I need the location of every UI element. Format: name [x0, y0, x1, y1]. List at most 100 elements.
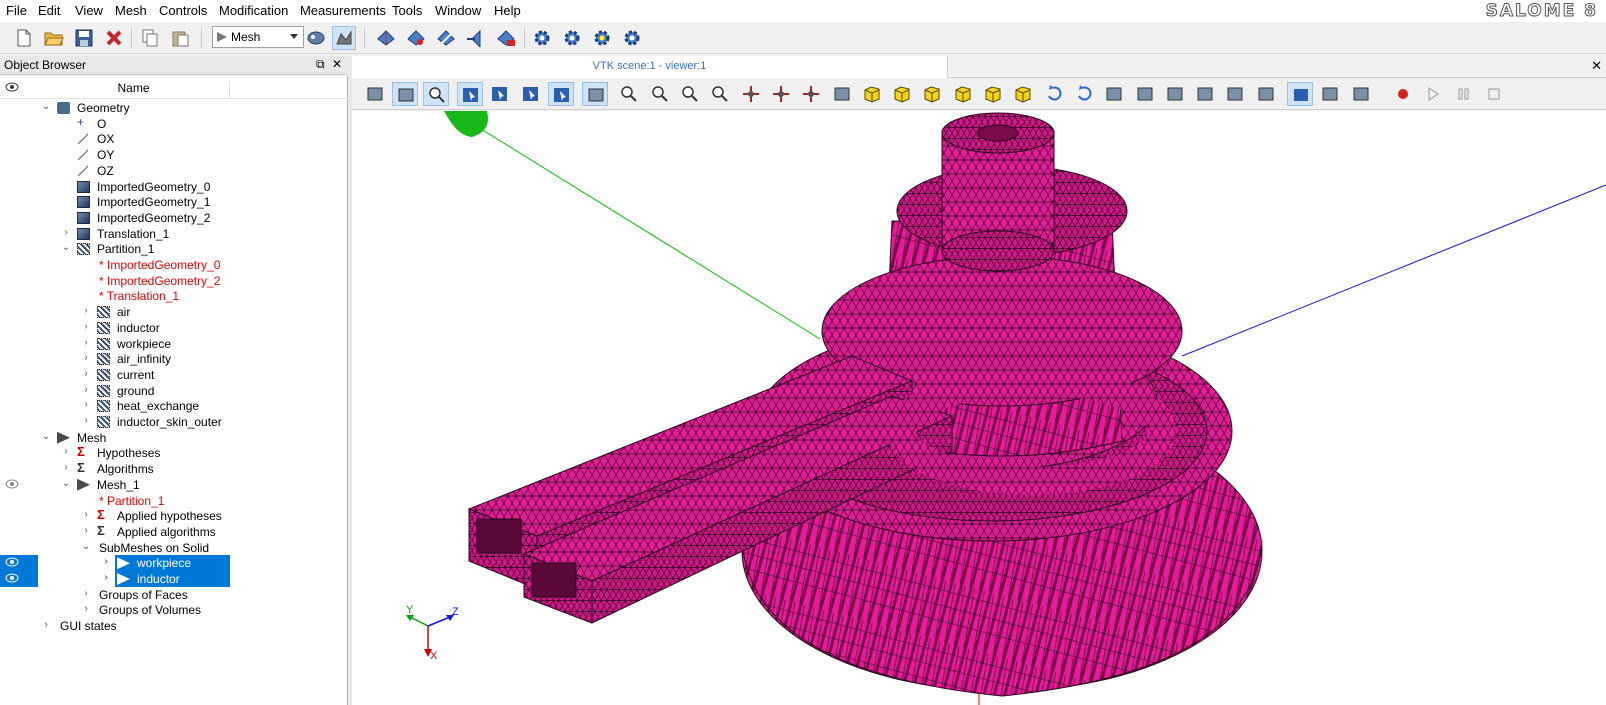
tree-item[interactable]: * Translation_1	[0, 288, 348, 304]
menu-view[interactable]: View	[75, 3, 103, 18]
menu-modification[interactable]: Modification	[219, 3, 288, 18]
visibility-eye-icon[interactable]	[5, 557, 19, 570]
zoom-icon[interactable]	[707, 82, 733, 106]
chevron-right-icon[interactable]: ›	[100, 572, 112, 583]
chevron-down-icon[interactable]: ⌄	[40, 101, 52, 112]
selection-mode-icon[interactable]	[518, 82, 544, 106]
chevron-right-icon[interactable]: ›	[60, 462, 72, 473]
chevron-down-icon[interactable]: ⌄	[80, 541, 92, 552]
tree-item[interactable]: › inductor	[0, 571, 348, 587]
polygon-selection-icon[interactable]	[487, 82, 513, 106]
rotation-point-icon[interactable]	[798, 82, 824, 106]
tree-item[interactable]: OY	[0, 147, 348, 163]
compute-all-icon[interactable]	[620, 26, 644, 50]
rotate-icon[interactable]	[829, 82, 855, 106]
chevron-right-icon[interactable]: ›	[80, 352, 92, 363]
tree-item[interactable]: › Σ Applied hypotheses	[0, 507, 348, 524]
menu-window[interactable]: Window	[435, 3, 481, 18]
perspective-icon[interactable]	[1287, 82, 1313, 106]
close-study-icon[interactable]	[102, 26, 126, 50]
play-icon[interactable]	[1420, 82, 1446, 106]
chevron-right-icon[interactable]: ›	[60, 227, 72, 238]
chevron-right-icon[interactable]: ›	[100, 556, 112, 567]
tree-item[interactable]: › inductor	[0, 320, 348, 336]
global-pan-icon[interactable]	[768, 82, 794, 106]
visibility-eye-icon[interactable]	[5, 573, 19, 586]
chevron-right-icon[interactable]: ›	[80, 525, 92, 536]
create-submesh-icon[interactable]	[404, 26, 428, 50]
tree-item[interactable]: ⌄ Mesh_1	[0, 477, 348, 493]
chevron-right-icon[interactable]: ›	[80, 415, 92, 426]
zooming-style-icon[interactable]	[422, 82, 449, 106]
pan-icon[interactable]	[738, 82, 764, 106]
tree-item[interactable]: › ground	[0, 383, 348, 399]
import-mesh-icon[interactable]	[464, 26, 488, 50]
tree-item[interactable]: OX	[0, 131, 348, 147]
tree-item[interactable]: › Σ Hypotheses	[0, 444, 348, 461]
top-view-icon[interactable]	[919, 82, 945, 106]
paste-icon[interactable]	[168, 26, 192, 50]
tree-item[interactable]: OZ	[0, 163, 348, 179]
chevron-right-icon[interactable]: ›	[80, 321, 92, 332]
tree-item[interactable]: › workpiece	[0, 555, 348, 572]
menu-measurements[interactable]: Measurements	[300, 3, 386, 18]
edit-mesh-icon[interactable]	[434, 26, 458, 50]
clipping-icon[interactable]	[1162, 82, 1188, 106]
tree-item[interactable]: * ImportedGeometry_0	[0, 257, 348, 273]
evaluate-icon[interactable]	[560, 26, 584, 50]
tree-item[interactable]: › GUI states	[0, 618, 348, 634]
tree-item[interactable]: + O	[0, 115, 348, 132]
pause-icon[interactable]	[1451, 82, 1477, 106]
chevron-right-icon[interactable]: ›	[80, 509, 92, 520]
create-mesh-icon[interactable]	[374, 26, 398, 50]
tree-item[interactable]: ImportedGeometry_2	[0, 210, 348, 226]
right-view-icon[interactable]	[1010, 82, 1036, 106]
tree-item[interactable]: › current	[0, 367, 348, 383]
rectangle-selection-icon[interactable]	[456, 82, 483, 106]
chevron-right-icon[interactable]: ›	[40, 619, 52, 630]
open-file-icon[interactable]	[42, 26, 66, 50]
menu-help[interactable]: Help	[494, 3, 521, 18]
new-file-icon[interactable]	[12, 26, 36, 50]
interaction-style-icon[interactable]	[392, 82, 419, 106]
chevron-right-icon[interactable]: ›	[80, 588, 92, 599]
geometry-module-icon[interactable]	[304, 26, 328, 50]
tree-item[interactable]: * ImportedGeometry_2	[0, 273, 348, 289]
undock-icon[interactable]: ⧉	[316, 57, 325, 72]
chevron-down-icon[interactable]: ⌄	[60, 242, 72, 253]
tree-item[interactable]: ImportedGeometry_1	[0, 194, 348, 210]
close-viewer-icon[interactable]: ✕	[1591, 58, 1602, 74]
chevron-right-icon[interactable]: ›	[80, 337, 92, 348]
chevron-down-icon[interactable]: ⌄	[60, 478, 72, 489]
rotate-clockwise-icon[interactable]	[1071, 82, 1097, 106]
back-view-icon[interactable]	[889, 82, 915, 106]
tree-item[interactable]: ⌄ Mesh	[0, 430, 348, 446]
chevron-right-icon[interactable]: ›	[80, 603, 92, 614]
reset-view-icon[interactable]	[1101, 82, 1127, 106]
preselection-icon[interactable]	[547, 82, 574, 106]
tree-item[interactable]: › air_infinity	[0, 351, 348, 367]
viewer-tab[interactable]: VTK scene:1 - viewer:1	[352, 56, 948, 78]
tree-item[interactable]: › air	[0, 304, 348, 320]
tree-item[interactable]: ⌄ SubMeshes on Solid	[0, 540, 348, 556]
compute-mesh-icon[interactable]	[494, 26, 518, 50]
tree-item[interactable]: › workpiece	[0, 336, 348, 352]
stop-icon[interactable]	[1481, 82, 1507, 106]
tree-item[interactable]: ImportedGeometry_0	[0, 179, 348, 195]
preview-icon[interactable]	[590, 26, 614, 50]
visibility-eye-icon[interactable]	[5, 479, 19, 492]
fit-area-icon[interactable]	[647, 82, 673, 106]
close-icon[interactable]: ✕	[332, 57, 342, 71]
bottom-view-icon[interactable]	[950, 82, 976, 106]
rotate-counterclockwise-icon[interactable]	[1041, 82, 1067, 106]
menu-mesh[interactable]: Mesh	[115, 3, 147, 18]
graduated-axes-icon[interactable]	[1222, 82, 1248, 106]
menu-edit[interactable]: Edit	[38, 3, 60, 18]
chevron-right-icon[interactable]: ›	[80, 305, 92, 316]
dump-view-icon[interactable]	[362, 82, 388, 106]
fit-all-icon[interactable]	[616, 82, 642, 106]
lod-icon[interactable]	[1132, 82, 1158, 106]
tree-item[interactable]: › Σ Applied algorithms	[0, 523, 348, 540]
show-trihedron-icon[interactable]	[582, 82, 609, 106]
chevron-right-icon[interactable]: ›	[80, 384, 92, 395]
